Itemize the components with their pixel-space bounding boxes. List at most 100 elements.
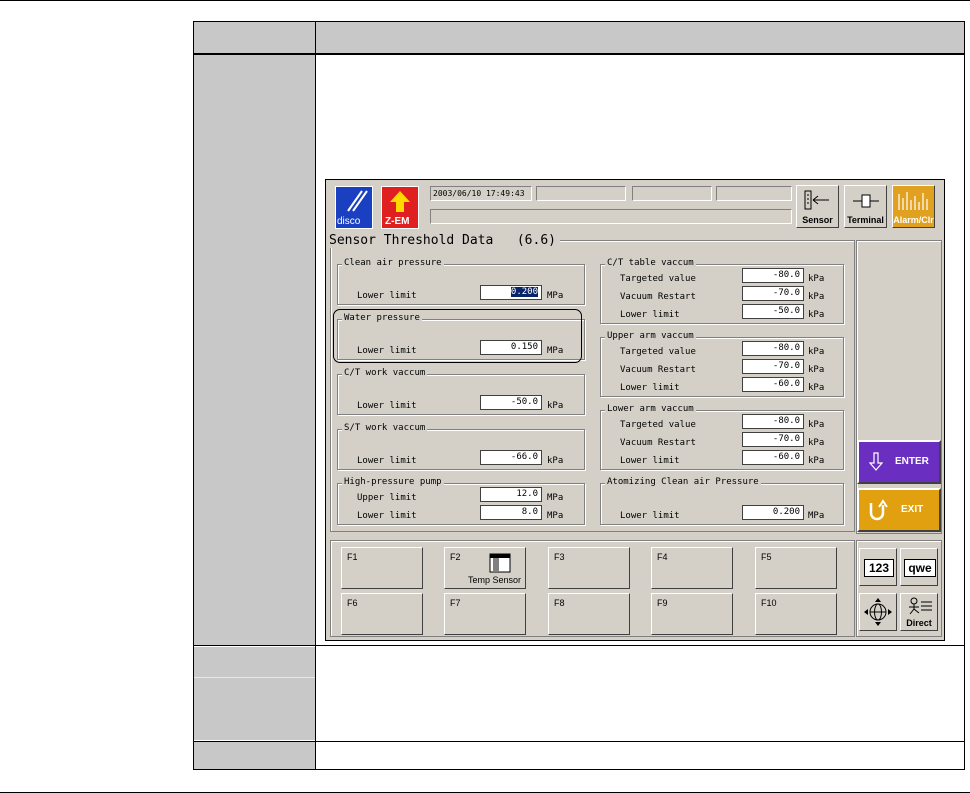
enter-button[interactable]: ENTER	[857, 440, 941, 484]
col-separator	[315, 22, 316, 769]
f3-key[interactable]: F3	[548, 547, 630, 589]
sensor-icon	[804, 190, 829, 210]
exit-button[interactable]: EXIT	[857, 488, 941, 532]
temp-sensor-icon	[489, 553, 511, 573]
f10-key[interactable]: F10	[755, 593, 837, 635]
row-label: Lower limit	[357, 291, 417, 301]
zem-logo: Z-EM	[381, 186, 419, 229]
group-lower-arm-vaccum: Lower arm vaccum Targeted value -80.0 kP…	[600, 404, 844, 470]
unit-label: MPa	[808, 511, 825, 521]
disco-logo: disco	[335, 186, 373, 229]
label-cell-2	[194, 647, 315, 740]
group-title: Upper arm vaccum	[605, 331, 696, 341]
f2-sub-label: Temp Sensor	[467, 575, 521, 585]
terminal-label: Terminal	[847, 215, 884, 225]
row-label: Lower limit	[620, 383, 680, 393]
row-label: Lower limit	[357, 456, 417, 466]
unit-label: MPa	[547, 493, 564, 503]
pump-upper-input[interactable]: 12.0	[480, 487, 542, 502]
group-upper-arm-vaccum: Upper arm vaccum Targeted value -80.0 kP…	[600, 331, 844, 397]
f8-key[interactable]: F8	[548, 593, 630, 635]
terminal-button[interactable]: Terminal	[844, 185, 887, 228]
label-cell-3	[194, 742, 315, 769]
group-atomizing-clean-air: Atomizing Clean air Pressure Lower limit…	[600, 477, 844, 525]
unit-label: kPa	[808, 438, 825, 448]
disco-logo-text: disco	[337, 216, 361, 227]
lower-arm-lower-input[interactable]: -60.0	[742, 450, 804, 465]
direct-label: Direct	[906, 618, 932, 628]
row-label: Targeted value	[620, 347, 696, 357]
ct-table-restart-input[interactable]: -70.0	[742, 286, 804, 301]
top-rule	[0, 0, 970, 1]
zem-logo-text: Z-EM	[385, 216, 410, 227]
group-title: High-pressure pump	[342, 477, 444, 487]
alarm-clear-button[interactable]: Alarm/Clr	[892, 185, 935, 228]
unit-label: MPa	[547, 291, 564, 301]
ct-work-lower-input[interactable]: -50.0	[480, 395, 542, 410]
f2-key[interactable]: F2 Temp Sensor	[444, 547, 526, 589]
row-label: Lower limit	[357, 511, 417, 521]
group-title: S/T work vaccum	[342, 423, 428, 433]
f9-key[interactable]: F9	[651, 593, 733, 635]
numeric-keypad-button[interactable]: 123	[859, 548, 897, 586]
upper-arm-lower-input[interactable]: -60.0	[742, 377, 804, 392]
atomizing-lower-input[interactable]: 0.200	[742, 505, 804, 520]
unit-label: kPa	[808, 274, 825, 284]
row-label: Vacuum Restart	[620, 365, 696, 375]
f5-key[interactable]: F5	[755, 547, 837, 589]
unit-label: kPa	[808, 347, 825, 357]
row-separator	[194, 645, 964, 646]
row-separator	[194, 53, 964, 55]
unit-label: kPa	[808, 292, 825, 302]
unit-label: MPa	[547, 511, 564, 521]
alpha-keyboard-label: qwe	[904, 559, 936, 577]
group-title: C/T table vaccum	[605, 258, 696, 268]
row-label: Lower limit	[357, 401, 417, 411]
group-title: C/T work vaccum	[342, 368, 428, 378]
row-separator	[194, 741, 964, 742]
st-work-lower-input[interactable]: -66.0	[480, 450, 542, 465]
clean-air-lower-input[interactable]: 0.200	[480, 285, 542, 300]
inner-divider	[194, 677, 315, 678]
group-ct-table-vaccum: C/T table vaccum Targeted value -80.0 kP…	[600, 258, 844, 324]
sensor-button[interactable]: Sensor	[796, 185, 839, 228]
page-title: Sensor Threshold Data (6.6)	[329, 233, 560, 248]
ct-table-lower-input[interactable]: -50.0	[742, 304, 804, 319]
unit-label: kPa	[808, 420, 825, 430]
status-field-1	[536, 186, 626, 201]
terminal-icon	[853, 194, 879, 208]
status-datetime: 2003/06/10 17:49:43	[430, 186, 532, 201]
direct-button[interactable]: Direct	[900, 593, 938, 631]
row-label: Vacuum Restart	[620, 438, 696, 448]
status-field-3	[716, 186, 792, 201]
pump-lower-input[interactable]: 8.0	[480, 505, 542, 520]
unit-label: kPa	[547, 401, 564, 411]
ct-table-targeted-input[interactable]: -80.0	[742, 268, 804, 283]
sensor-label: Sensor	[802, 215, 833, 225]
direct-icon	[909, 597, 932, 615]
status-message-bar	[430, 209, 792, 224]
f6-key[interactable]: F6	[341, 593, 423, 635]
alpha-keyboard-button[interactable]: qwe	[900, 548, 938, 586]
cursor-move-button[interactable]	[859, 593, 897, 631]
disco-mark-icon	[347, 190, 368, 212]
upper-arm-targeted-input[interactable]: -80.0	[742, 341, 804, 356]
u-turn-icon	[869, 499, 888, 521]
water-pressure-highlight	[333, 309, 582, 363]
enter-label: ENTER	[895, 456, 929, 467]
status-field-2	[632, 186, 712, 201]
group-title: Clean air pressure	[342, 258, 444, 268]
lower-arm-targeted-input[interactable]: -80.0	[742, 414, 804, 429]
numeric-keypad-label: 123	[864, 559, 894, 577]
alarm-icon	[898, 192, 928, 210]
f1-key[interactable]: F1	[341, 547, 423, 589]
f4-key[interactable]: F4	[651, 547, 733, 589]
group-title: Lower arm vaccum	[605, 404, 696, 414]
row-label: Lower limit	[620, 511, 680, 521]
upper-arm-restart-input[interactable]: -70.0	[742, 359, 804, 374]
row-label: Vacuum Restart	[620, 292, 696, 302]
unit-label: kPa	[808, 310, 825, 320]
f7-key[interactable]: F7	[444, 593, 526, 635]
group-st-work-vaccum: S/T work vaccum Lower limit -66.0 kPa	[337, 423, 585, 470]
lower-arm-restart-input[interactable]: -70.0	[742, 432, 804, 447]
